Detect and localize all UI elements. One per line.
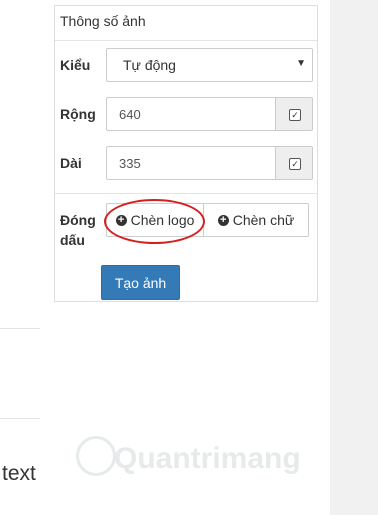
width-input[interactable]: 640 — [106, 97, 275, 131]
width-input-group: 640 ✓ — [106, 97, 313, 131]
right-gutter — [330, 0, 378, 515]
style-label: Kiểu — [60, 57, 91, 73]
watermark-logo-icon — [76, 436, 116, 476]
image-settings-panel: Thông số ảnh Kiểu Tự động ▼ Rộng 640 ✓ D… — [54, 5, 318, 302]
height-input-value: 335 — [119, 156, 141, 171]
highlight-ellipse — [104, 199, 205, 244]
plus-circle-icon: + — [217, 214, 229, 226]
style-select-value: Tự động — [123, 57, 176, 73]
width-lock-addon: ✓ — [275, 97, 313, 131]
left-divider — [0, 328, 40, 329]
panel-title: Thông số ảnh — [60, 13, 146, 29]
width-checkbox[interactable]: ✓ — [289, 109, 301, 121]
watermark-label-line1: Đóng — [60, 212, 96, 228]
insert-text-label: Chèn chữ — [232, 212, 295, 228]
height-label: Dài — [60, 155, 82, 171]
height-input-group: 335 ✓ — [106, 146, 313, 180]
height-input[interactable]: 335 — [106, 146, 275, 180]
left-column-text: text — [2, 462, 36, 485]
width-label: Rộng — [60, 106, 96, 122]
insert-text-button[interactable]: + Chèn chữ — [203, 203, 309, 237]
width-input-value: 640 — [119, 107, 141, 122]
create-image-button[interactable]: Tạo ảnh — [101, 265, 180, 300]
height-checkbox[interactable]: ✓ — [289, 158, 301, 170]
style-select[interactable]: Tự động ▼ — [106, 48, 313, 82]
divider — [55, 40, 317, 41]
watermark-text: Quantrimang — [114, 442, 301, 475]
height-lock-addon: ✓ — [275, 146, 313, 180]
watermark-label-line2: dấu — [60, 232, 85, 248]
left-divider — [0, 418, 40, 419]
caret-down-icon: ▼ — [296, 58, 306, 69]
divider — [55, 193, 317, 194]
